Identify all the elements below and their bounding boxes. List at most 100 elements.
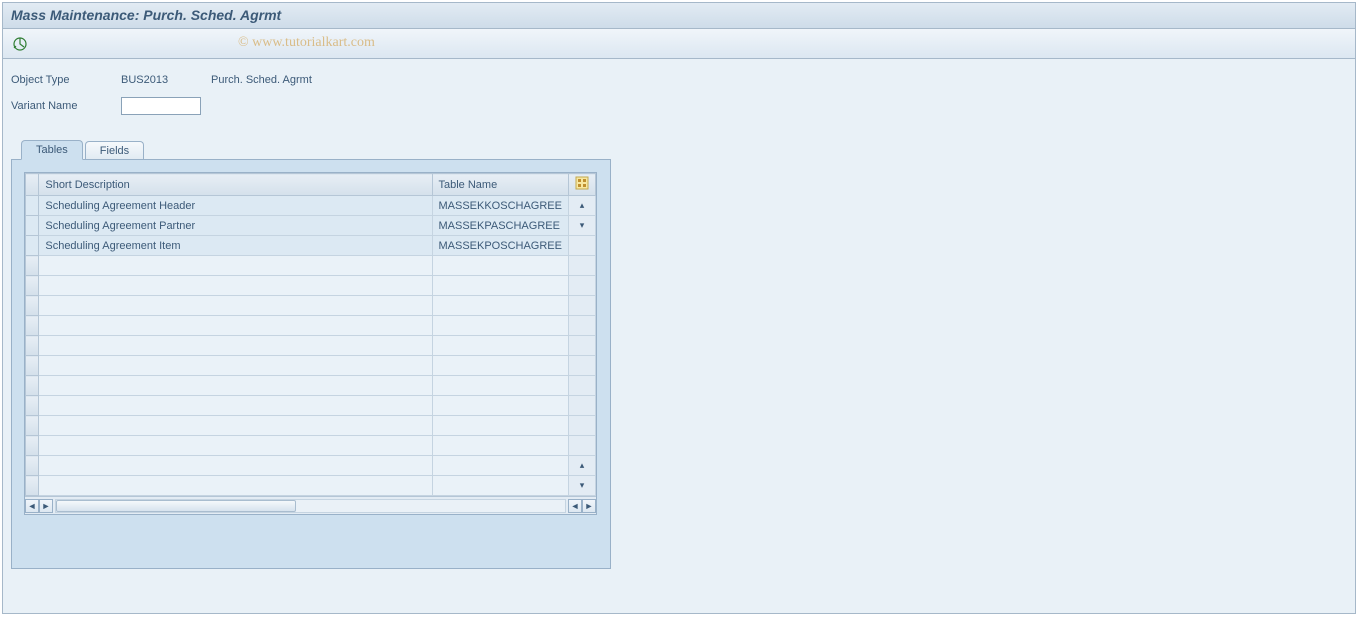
title-bar: Mass Maintenance: Purch. Sched. Agrmt	[3, 3, 1355, 29]
vscroll-cell[interactable]	[568, 396, 595, 416]
cell-table-name	[432, 296, 568, 316]
content-area: Object Type BUS2013 Purch. Sched. Agrmt …	[3, 59, 1355, 579]
data-grid: Short Description Table Name	[25, 173, 596, 496]
row-selector[interactable]	[26, 416, 39, 436]
table-row[interactable]: Scheduling Agreement PartnerMASSEKPASCHA…	[26, 216, 596, 236]
cell-table-name	[432, 256, 568, 276]
tab-content: Short Description Table Name	[11, 159, 611, 569]
row-selector[interactable]	[26, 256, 39, 276]
row-selector[interactable]	[26, 216, 39, 236]
cell-short-description: Scheduling Agreement Header	[39, 196, 432, 216]
execute-button[interactable]	[11, 35, 29, 53]
app-window: Mass Maintenance: Purch. Sched. Agrmt © …	[2, 2, 1356, 614]
cell-short-description	[39, 296, 432, 316]
vscroll-cell[interactable]	[568, 336, 595, 356]
cell-short-description	[39, 316, 432, 336]
vscroll-cell[interactable]	[568, 276, 595, 296]
row-selector[interactable]	[26, 196, 39, 216]
table-row[interactable]: Scheduling Agreement HeaderMASSEKKOSCHAG…	[26, 196, 596, 216]
object-type-row: Object Type BUS2013 Purch. Sched. Agrmt	[11, 69, 1347, 91]
cell-short-description	[39, 476, 432, 496]
cell-table-name: MASSEKPASCHAGREE	[432, 216, 568, 236]
cell-short-description: Scheduling Agreement Item	[39, 236, 432, 256]
table-row	[26, 276, 596, 296]
table-row	[26, 396, 596, 416]
variant-name-row: Variant Name	[11, 95, 1347, 117]
row-selector[interactable]	[26, 296, 39, 316]
cell-table-name	[432, 356, 568, 376]
cell-table-name	[432, 276, 568, 296]
tab-strip: Tables Fields	[11, 137, 611, 159]
table-row	[26, 436, 596, 456]
page-title: Mass Maintenance: Purch. Sched. Agrmt	[11, 7, 1347, 23]
variant-name-input[interactable]	[121, 97, 201, 115]
table-row[interactable]: Scheduling Agreement ItemMASSEKPOSCHAGRE…	[26, 236, 596, 256]
vscroll-cell[interactable]	[568, 236, 595, 256]
cell-table-name	[432, 436, 568, 456]
cell-short-description	[39, 396, 432, 416]
row-selector[interactable]	[26, 376, 39, 396]
cell-table-name	[432, 476, 568, 496]
table-row	[26, 296, 596, 316]
cell-short-description	[39, 376, 432, 396]
vscroll-cell[interactable]	[568, 256, 595, 276]
scroll-right-outer-icon[interactable]: ►	[582, 499, 596, 513]
tab-fields[interactable]: Fields	[85, 141, 144, 160]
cell-table-name	[432, 316, 568, 336]
row-selector[interactable]	[26, 356, 39, 376]
row-selector[interactable]	[26, 236, 39, 256]
vscroll-cell[interactable]	[568, 316, 595, 336]
cell-short-description	[39, 256, 432, 276]
vscroll-cell[interactable]	[568, 436, 595, 456]
vscroll-cell[interactable]	[568, 416, 595, 436]
table-row	[26, 336, 596, 356]
toolbar: © www.tutorialkart.com	[3, 29, 1355, 59]
scroll-up-icon[interactable]: ▴	[568, 456, 595, 476]
row-selector[interactable]	[26, 456, 39, 476]
hscroll-thumb[interactable]	[56, 500, 296, 512]
scroll-right-inner-icon[interactable]: ►	[39, 499, 53, 513]
table-row	[26, 416, 596, 436]
vscroll-cell[interactable]	[568, 296, 595, 316]
object-type-value: BUS2013	[121, 74, 211, 86]
scroll-down-icon[interactable]: ▾	[568, 476, 595, 496]
cell-short-description	[39, 456, 432, 476]
cell-table-name: MASSEKPOSCHAGREE	[432, 236, 568, 256]
cell-short-description	[39, 436, 432, 456]
grid-wrapper: Short Description Table Name	[24, 172, 597, 515]
table-row	[26, 376, 596, 396]
scroll-up-icon[interactable]: ▴	[568, 196, 595, 216]
row-selector[interactable]	[26, 436, 39, 456]
grid-config-button[interactable]	[568, 174, 595, 196]
row-selector[interactable]	[26, 276, 39, 296]
cell-table-name	[432, 336, 568, 356]
scroll-left-end-icon[interactable]: ◄	[568, 499, 582, 513]
cell-short-description	[39, 276, 432, 296]
row-selector[interactable]	[26, 316, 39, 336]
vscroll-cell[interactable]	[568, 356, 595, 376]
cell-table-name	[432, 396, 568, 416]
scroll-down-icon[interactable]: ▾	[568, 216, 595, 236]
grid-config-icon	[575, 176, 589, 190]
cell-table-name	[432, 376, 568, 396]
row-selector-header[interactable]	[26, 174, 39, 196]
scroll-left-outer-icon[interactable]: ◄	[25, 499, 39, 513]
cell-table-name: MASSEKKOSCHAGREE	[432, 196, 568, 216]
table-row	[26, 356, 596, 376]
vscroll-cell[interactable]	[568, 376, 595, 396]
cell-short-description	[39, 416, 432, 436]
row-selector[interactable]	[26, 476, 39, 496]
watermark-text: © www.tutorialkart.com	[238, 35, 375, 51]
cell-short-description: Scheduling Agreement Partner	[39, 216, 432, 236]
col-table-name[interactable]: Table Name	[432, 174, 568, 196]
col-short-description[interactable]: Short Description	[39, 174, 432, 196]
tab-tables[interactable]: Tables	[21, 140, 83, 160]
horizontal-scrollbar[interactable]: ◄ ► ◄ ►	[25, 496, 596, 514]
row-selector[interactable]	[26, 336, 39, 356]
variant-name-label: Variant Name	[11, 100, 121, 112]
hscroll-track[interactable]	[55, 499, 566, 513]
cell-table-name	[432, 416, 568, 436]
table-row	[26, 256, 596, 276]
table-row: ▴	[26, 456, 596, 476]
row-selector[interactable]	[26, 396, 39, 416]
